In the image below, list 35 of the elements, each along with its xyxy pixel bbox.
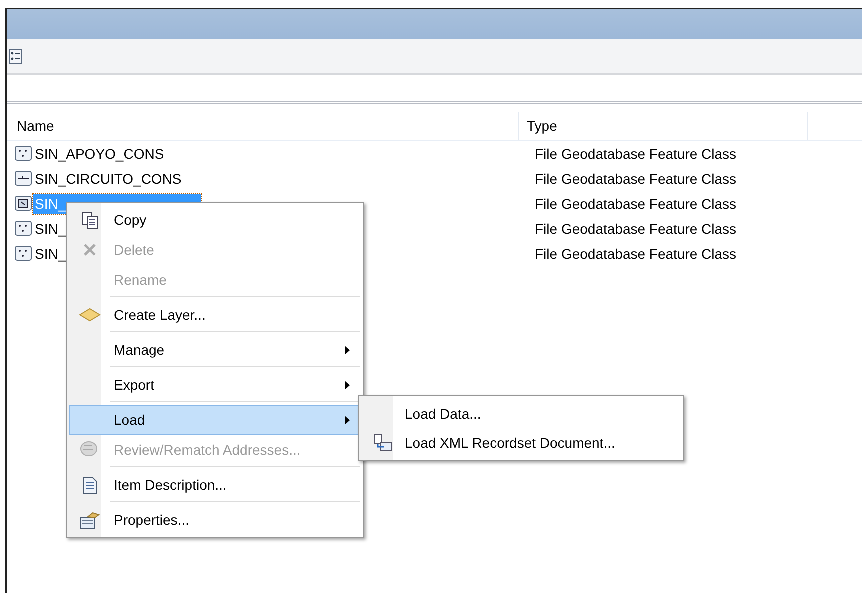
diamond-icon [79, 308, 101, 322]
properties-icon [80, 512, 100, 528]
line-feature-icon [15, 171, 32, 186]
document-icon [83, 476, 97, 494]
table-cell-text: File Geodatabase Feature Class [534, 220, 737, 236]
menu-item[interactable]: Create Layer... [69, 300, 361, 335]
menu-item[interactable]: Manage [69, 335, 361, 370]
menu-item[interactable]: Load XML Recordset Document... [361, 428, 681, 457]
feature-class-name[interactable]: SIN_ [33, 244, 68, 264]
menu-item[interactable]: Copy [69, 205, 361, 235]
point-feature-icon [15, 146, 32, 161]
menu-item[interactable]: Export [69, 370, 361, 405]
table-cell-text: File Geodatabase Feature Class [534, 196, 737, 212]
menu-item[interactable]: Item Description... [69, 470, 361, 505]
menu-item[interactable]: Properties... [69, 505, 361, 535]
table-cell-text: File Geodatabase Feature Class [534, 146, 737, 162]
x-icon [84, 244, 96, 256]
copy-icon [82, 212, 98, 228]
feature-class-name[interactable]: SIN_APOYO_CONS [33, 144, 166, 164]
point-feature-icon [15, 246, 32, 261]
submenu-arrow-icon [345, 380, 350, 390]
xml-import-icon [374, 434, 392, 451]
submenu-arrow-icon [345, 416, 350, 424]
table-cell-text: File Geodatabase Feature Class [534, 170, 737, 186]
menu-item[interactable]: Load [69, 405, 361, 435]
feature-class-name[interactable]: SIN_ [33, 218, 68, 238]
table-cell-text: File Geodatabase Feature Class [534, 246, 737, 262]
column-header[interactable]: Type [519, 112, 808, 140]
menu-item[interactable]: Load Data... [361, 399, 681, 428]
feature-class-name[interactable]: SIN_CIRCUITO_CONS [33, 168, 184, 188]
submenu-arrow-icon [345, 346, 350, 354]
point-feature-icon [15, 221, 32, 236]
polygon-feature-icon [15, 196, 32, 211]
list-view-icon[interactable] [9, 48, 22, 64]
column-header[interactable]: Name [7, 112, 519, 140]
